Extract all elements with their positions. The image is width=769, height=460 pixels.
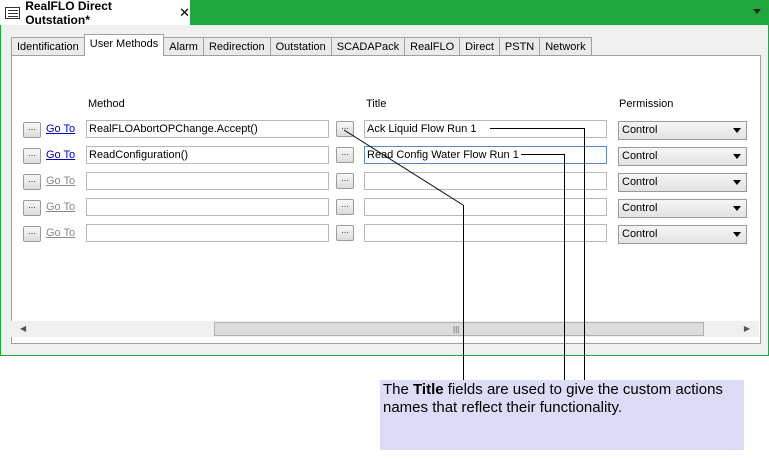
callout-text: The Title fields are used to give the cu… bbox=[383, 381, 743, 417]
go-to-link[interactable]: Go To bbox=[46, 123, 75, 135]
permission-select[interactable]: Control bbox=[618, 121, 747, 140]
callout-line bbox=[564, 154, 565, 380]
title-field[interactable] bbox=[364, 224, 607, 242]
scroll-right-icon[interactable]: ▶ bbox=[744, 324, 750, 333]
title-column-header: Title bbox=[366, 98, 387, 110]
tab-user-methods[interactable]: User Methods bbox=[83, 34, 165, 56]
chevron-down-icon bbox=[733, 128, 741, 133]
chevron-down-icon bbox=[733, 206, 741, 211]
document-icon bbox=[5, 6, 21, 19]
permission-select[interactable]: Control bbox=[618, 147, 747, 166]
permission-value: Control bbox=[622, 202, 658, 214]
method-column-header: Method bbox=[88, 98, 125, 110]
tab-network[interactable]: Network bbox=[539, 37, 592, 56]
tab-redirection[interactable]: Redirection bbox=[202, 37, 271, 56]
method-field[interactable] bbox=[86, 172, 329, 190]
callout-line bbox=[521, 154, 565, 155]
callout-box: The Title fields are used to give the cu… bbox=[380, 380, 744, 450]
tab-alarm[interactable]: Alarm bbox=[163, 37, 204, 56]
permission-select[interactable]: Control bbox=[618, 173, 747, 192]
permission-value: Control bbox=[622, 150, 658, 162]
method-browse-button[interactable]: ... bbox=[336, 225, 354, 241]
scroll-left-icon[interactable]: ◀ bbox=[20, 324, 26, 333]
tab-scadapack[interactable]: SCADAPack bbox=[330, 37, 406, 56]
permission-select[interactable]: Control bbox=[618, 199, 747, 218]
row-browse-button[interactable]: ... bbox=[23, 200, 41, 216]
callout-line bbox=[463, 205, 464, 380]
chevron-down-icon[interactable] bbox=[753, 9, 761, 14]
document-tab-title: RealFLO Direct Outstation* bbox=[25, 0, 112, 27]
tab-bar: Identification User Methods Alarm Redire… bbox=[11, 34, 592, 56]
close-icon[interactable]: ✕ bbox=[179, 5, 190, 21]
row-browse-button[interactable]: ... bbox=[23, 122, 41, 138]
callout-text-bold: Title bbox=[413, 381, 444, 398]
grip-icon: ||| bbox=[453, 325, 460, 334]
method-field[interactable]: ReadConfiguration() bbox=[86, 146, 329, 164]
method-field[interactable] bbox=[86, 198, 329, 216]
tab-identification[interactable]: Identification bbox=[11, 37, 85, 56]
chevron-down-icon bbox=[733, 154, 741, 159]
callout-line bbox=[490, 128, 585, 129]
go-to-link[interactable]: Go To bbox=[46, 227, 75, 239]
chevron-down-icon bbox=[733, 180, 741, 185]
scrollbar-thumb[interactable]: ||| bbox=[214, 322, 704, 336]
method-field[interactable]: RealFLOAbortOPChange.Accept() bbox=[86, 120, 329, 138]
callout-diagonal-line bbox=[343, 129, 464, 206]
go-to-link[interactable]: Go To bbox=[46, 149, 75, 161]
permission-value: Control bbox=[622, 176, 658, 188]
document-tab[interactable]: RealFLO Direct Outstation* ✕ bbox=[0, 0, 190, 27]
row-browse-button[interactable]: ... bbox=[23, 226, 41, 242]
horizontal-scrollbar[interactable]: ◀ ||| ▶ bbox=[11, 321, 759, 337]
permission-value: Control bbox=[622, 228, 658, 240]
tab-direct[interactable]: Direct bbox=[459, 37, 500, 56]
tab-pstn[interactable]: PSTN bbox=[498, 37, 541, 56]
permission-column-header: Permission bbox=[619, 98, 674, 110]
permission-select[interactable]: Control bbox=[618, 225, 747, 244]
callout-text-start: The bbox=[383, 381, 414, 398]
callout-line bbox=[584, 128, 585, 380]
method-field[interactable] bbox=[86, 224, 329, 242]
go-to-link[interactable]: Go To bbox=[46, 175, 75, 187]
permission-value: Control bbox=[622, 124, 658, 136]
chevron-down-icon bbox=[733, 232, 741, 237]
tab-outstation[interactable]: Outstation bbox=[269, 37, 332, 56]
go-to-link[interactable]: Go To bbox=[46, 201, 75, 213]
tab-realflo[interactable]: RealFLO bbox=[404, 37, 461, 56]
row-browse-button[interactable]: ... bbox=[23, 148, 41, 164]
row-browse-button[interactable]: ... bbox=[23, 174, 41, 190]
document-tab-strip: RealFLO Direct Outstation* ✕ bbox=[0, 0, 769, 27]
